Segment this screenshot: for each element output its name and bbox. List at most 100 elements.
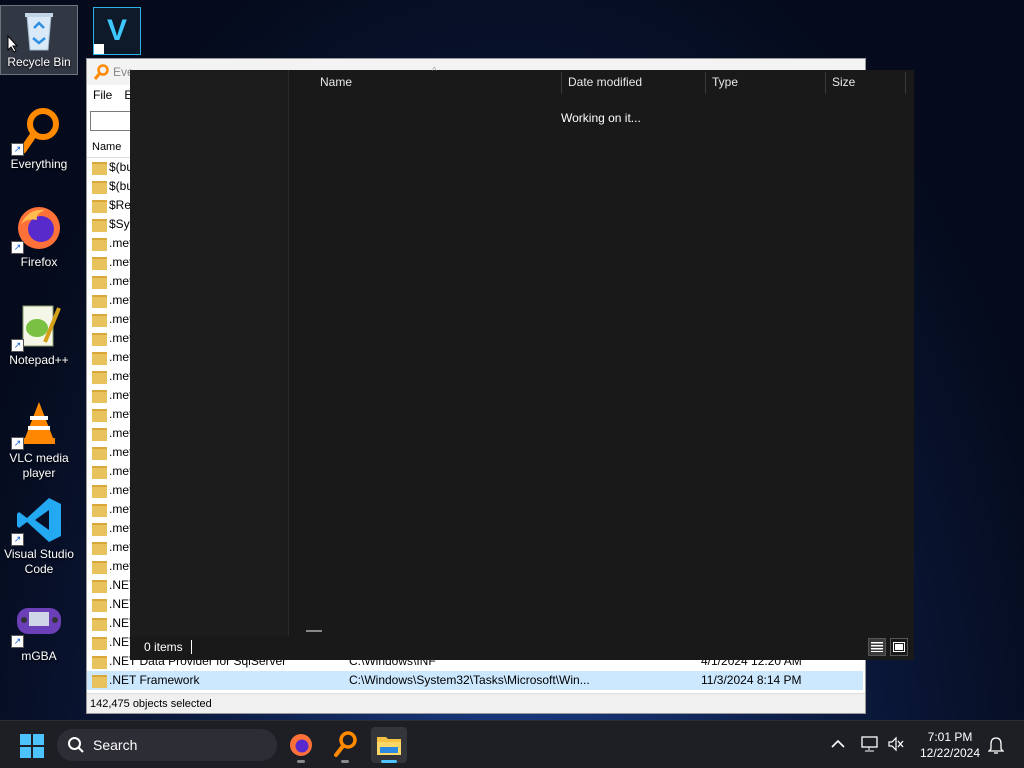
folder-icon <box>92 466 107 479</box>
row-name: .met <box>109 464 133 478</box>
horizontal-scrollbar[interactable] <box>306 630 322 632</box>
navigation-pane[interactable] <box>130 70 289 636</box>
windows-logo-tile <box>33 734 44 745</box>
everything-app-icon <box>93 64 109 80</box>
everything-icon <box>334 731 357 757</box>
desktop-icon-label: mGBA <box>21 649 57 663</box>
folder-icon <box>92 523 107 536</box>
column-separator[interactable] <box>705 72 706 94</box>
column-header-name[interactable]: Name <box>320 75 352 89</box>
status-text: 142,475 objects selected <box>90 698 212 710</box>
row-name: .NET Framework <box>109 673 200 687</box>
desktop-icon-v-app[interactable]: V <box>93 7 141 55</box>
explorer-window[interactable]: Name ^ Date modified Type Size Working o… <box>130 66 914 660</box>
desktop-icon-notepadpp[interactable]: ↗ Notepad++ <box>0 302 78 368</box>
chevron-up-icon[interactable] <box>831 739 845 749</box>
desktop-icon-label: Visual Studio Code <box>4 547 74 576</box>
file-list-header: Name ^ Date modified Type Size <box>289 66 914 96</box>
taskbar-everything[interactable] <box>327 727 363 763</box>
search-icon <box>68 737 84 753</box>
desktop-icon-label: Notepad++ <box>9 353 69 367</box>
row-path: C:\Windows\System32\Tasks\Microsoft\Win.… <box>349 673 590 687</box>
desktop-icon-firefox[interactable]: ↗ Firefox <box>0 204 78 270</box>
shortcut-arrow-icon: ↗ <box>11 635 24 648</box>
everything-icon: ↗ <box>11 106 63 156</box>
mgba-icon: ↗ <box>11 598 63 648</box>
row-name: .met <box>109 540 133 554</box>
column-separator[interactable] <box>561 72 562 94</box>
folder-icon <box>92 637 107 650</box>
row-name: .met <box>109 388 133 402</box>
details-view-button[interactable] <box>868 638 886 656</box>
everything-status-bar: 142,475 objects selected <box>87 693 865 713</box>
row-name: .met <box>109 426 133 440</box>
windows-logo-tile <box>33 747 44 758</box>
column-header-size[interactable]: Size <box>832 75 855 89</box>
details-view-icon <box>871 642 883 652</box>
table-row[interactable]: .NET Framework C:\Windows\System32\Tasks\… <box>87 671 863 690</box>
row-name: .met <box>109 407 133 421</box>
running-indicator <box>297 760 305 763</box>
folder-icon <box>92 409 107 422</box>
taskbar-search-box[interactable]: Search <box>57 729 277 761</box>
folder-icon <box>92 276 107 289</box>
vlc-icon: ↗ <box>11 400 63 450</box>
notification-bell-icon[interactable] <box>988 736 1004 754</box>
clock-date: 12/22/2024 <box>919 746 981 760</box>
folder-icon <box>92 181 107 194</box>
taskbar-file-explorer[interactable] <box>371 727 407 763</box>
row-name: .met <box>109 502 133 516</box>
items-count: 0 items <box>144 640 183 654</box>
system-clock[interactable]: 7:01 PM 12/22/2024 <box>918 729 982 761</box>
folder-icon <box>92 238 107 251</box>
notepadpp-icon: ↗ <box>11 302 63 352</box>
desktop-icon-mgba[interactable]: ↗ mGBA <box>0 598 78 664</box>
folder-icon <box>92 542 107 555</box>
folder-icon <box>92 200 107 213</box>
row-name: .met <box>109 255 133 269</box>
tiles-view-icon <box>893 642 905 652</box>
folder-icon <box>92 675 107 688</box>
column-separator[interactable] <box>905 72 906 94</box>
tiles-view-button[interactable] <box>890 638 908 656</box>
desktop-icon-label: VLC media player <box>9 451 69 480</box>
folder-icon <box>92 485 107 498</box>
column-header-type[interactable]: Type <box>712 75 738 89</box>
desktop-icon-vlc[interactable]: ↗ VLC media player <box>0 400 78 481</box>
sort-arrow-icon: ^ <box>432 66 437 77</box>
folder-icon <box>92 390 107 403</box>
column-header-date-modified[interactable]: Date modified <box>568 75 642 89</box>
folder-icon <box>92 352 107 365</box>
desktop-icon-vscode[interactable]: ↗ Visual Studio Code <box>0 496 78 577</box>
folder-icon <box>92 428 107 441</box>
row-name: .met <box>109 274 133 288</box>
volume-muted-icon[interactable] <box>887 736 905 752</box>
desktop-icon-label: Everything <box>10 157 68 171</box>
firefox-icon <box>290 734 312 756</box>
search-label: Search <box>93 737 138 753</box>
menu-file[interactable]: File <box>93 88 112 102</box>
column-separator[interactable] <box>825 72 826 94</box>
row-name: .met <box>109 236 133 250</box>
column-name[interactable]: Name <box>92 141 121 153</box>
row-name: .met <box>109 350 133 364</box>
taskbar: Search 7:01 PM 12/22/2024 <box>0 720 1024 768</box>
folder-icon <box>92 618 107 631</box>
shortcut-arrow-icon <box>94 44 104 54</box>
shortcut-arrow-icon: ↗ <box>11 533 24 546</box>
row-date: 11/3/2024 8:14 PM <box>701 673 802 687</box>
shortcut-arrow-icon: ↗ <box>11 143 24 156</box>
row-name: .met <box>109 445 133 459</box>
desktop-icon-everything[interactable]: ↗ Everything <box>0 106 78 172</box>
shortcut-arrow-icon: ↗ <box>11 241 24 254</box>
network-icon[interactable] <box>861 736 879 752</box>
folder-icon <box>92 333 107 346</box>
row-name: .met <box>109 369 133 383</box>
taskbar-firefox[interactable] <box>283 727 319 763</box>
vscode-icon: ↗ <box>11 496 63 546</box>
start-button[interactable] <box>20 734 44 758</box>
mouse-cursor-icon <box>7 35 19 53</box>
shortcut-arrow-icon: ↗ <box>11 437 24 450</box>
folder-icon <box>92 599 107 612</box>
folder-icon <box>92 656 107 669</box>
